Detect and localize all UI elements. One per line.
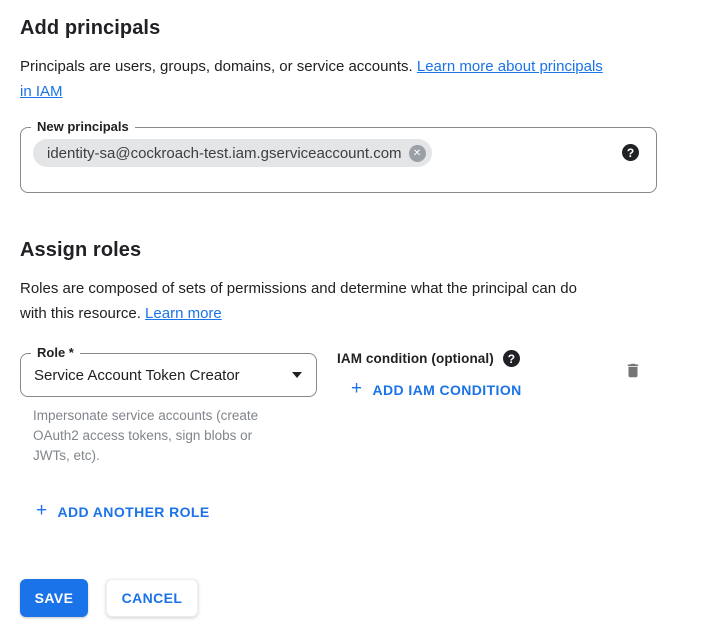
add-principals-panel: Add principals Principals are users, gro… [0, 0, 713, 617]
plus-icon: + [36, 501, 48, 520]
assign-roles-description-line2: with this resource. [20, 305, 145, 322]
page-title: Add principals [20, 16, 693, 40]
intro-text-body: Principals are users, groups, domains, o… [20, 58, 413, 75]
iam-condition-help-icon[interactable]: ? [503, 350, 520, 367]
trash-icon [624, 361, 642, 380]
role-value: Service Account Token Creator [34, 367, 240, 384]
new-principals-help-icon[interactable]: ? [622, 144, 639, 161]
dropdown-arrow-icon [292, 372, 302, 378]
iam-condition-column: IAM condition (optional) ? + ADD IAM CON… [337, 353, 577, 400]
add-another-role-button[interactable]: + ADD ANOTHER ROLE [36, 502, 210, 521]
add-another-role-label: ADD ANOTHER ROLE [58, 504, 210, 520]
chip-close-icon[interactable]: ✕ [409, 145, 426, 162]
delete-role-button[interactable] [624, 361, 642, 380]
new-principals-label: New principals [31, 119, 135, 135]
assign-roles-title: Assign roles [20, 238, 693, 262]
role-row: Role * Service Account Token Creator Imp… [20, 353, 693, 466]
add-iam-condition-label: ADD IAM CONDITION [373, 382, 522, 398]
principal-chip-text: identity-sa@cockroach-test.iam.gservicea… [47, 145, 402, 162]
assign-roles-description: Roles are composed of sets of permission… [20, 276, 670, 326]
learn-more-roles-link[interactable]: Learn more [145, 305, 222, 322]
delete-role-column [624, 361, 642, 385]
role-select[interactable]: Role * Service Account Token Creator [20, 353, 317, 397]
plus-icon: + [351, 379, 363, 398]
action-button-row: SAVE CANCEL [20, 579, 693, 617]
iam-condition-label: IAM condition (optional) [337, 351, 494, 366]
add-iam-condition-button[interactable]: + ADD IAM CONDITION [351, 380, 522, 399]
role-helper-text: Impersonate service accounts (create OAu… [20, 406, 317, 466]
save-button[interactable]: SAVE [20, 579, 88, 617]
role-helper-line1: Impersonate service accounts (create [33, 408, 258, 423]
role-label: Role * [31, 345, 80, 361]
cancel-button[interactable]: CANCEL [106, 579, 198, 617]
learn-more-principals-link-line2: in IAM [20, 83, 63, 100]
role-column: Role * Service Account Token Creator Imp… [20, 353, 317, 466]
principal-chip[interactable]: identity-sa@cockroach-test.iam.gservicea… [33, 139, 432, 167]
role-helper-line3: JWTs, etc). [33, 448, 100, 463]
intro-text: Principals are users, groups, domains, o… [20, 54, 670, 104]
learn-more-principals-link-line1: Learn more about principals [417, 58, 603, 75]
new-principals-field[interactable]: New principals identity-sa@cockroach-tes… [20, 127, 657, 193]
role-helper-line2: OAuth2 access tokens, sign blobs or [33, 428, 252, 443]
assign-roles-description-line1: Roles are composed of sets of permission… [20, 280, 577, 297]
iam-condition-label-row: IAM condition (optional) ? [337, 350, 577, 367]
